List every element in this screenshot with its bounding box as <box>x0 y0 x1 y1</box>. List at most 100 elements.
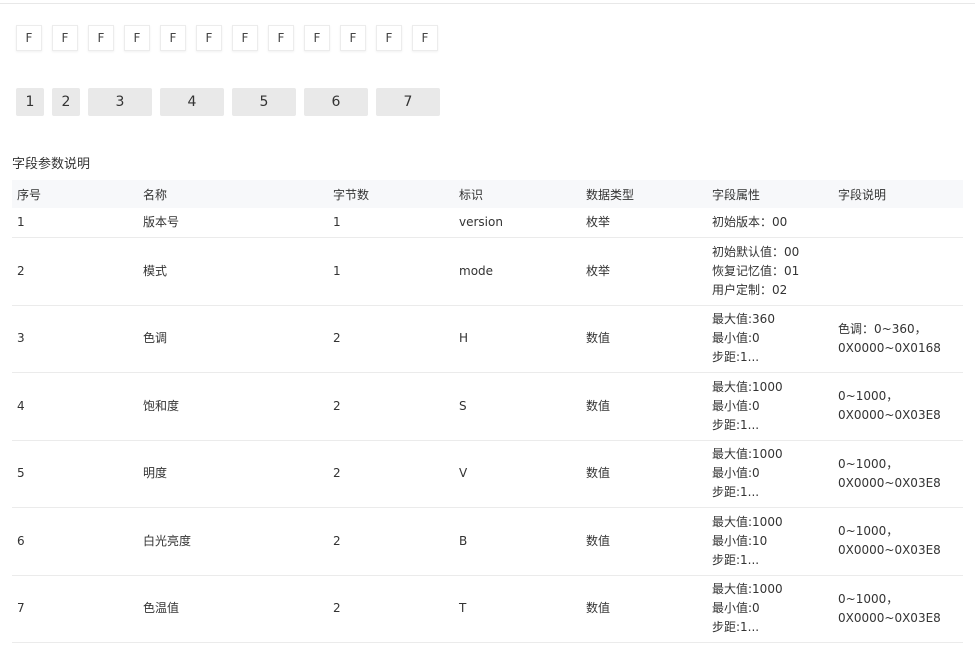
desc-line: 0X0000~0X0168 <box>838 340 941 355</box>
hex-box[interactable]: F <box>304 25 330 51</box>
cell-name: 色调 <box>138 305 328 373</box>
attr-line: 最小值:0 <box>712 466 760 480</box>
segment-7[interactable]: 7 <box>376 88 440 116</box>
hex-box[interactable]: F <box>376 25 402 51</box>
desc-line: 0~1000， <box>838 524 899 538</box>
cell-bytes: 2 <box>328 507 454 576</box>
cell-attrs: 最大值:1000 最小值:0 步距:1... <box>707 575 833 643</box>
desc-line: 色调：0~360， <box>838 321 927 336</box>
hex-box[interactable]: F <box>268 25 294 51</box>
hex-box[interactable]: F <box>196 25 222 51</box>
section-title: 字段参数说明 <box>12 157 91 172</box>
hex-value: F <box>277 31 285 45</box>
header-name: 名称 <box>138 180 328 208</box>
attr-line: 用户定制：02 <box>712 282 788 297</box>
header-id: 标识 <box>454 180 581 208</box>
top-divider <box>0 3 975 4</box>
cell-bytes: 2 <box>328 575 454 643</box>
attr-line: 最小值:0 <box>712 398 760 413</box>
table-row: 7 色温值 2 T 数值 最大值:1000 最小值:0 步距:1... 0~10… <box>12 575 963 643</box>
cell-type: 数值 <box>581 507 707 576</box>
desc-line: 0~1000， <box>838 591 899 606</box>
cell-bytes: 1 <box>328 208 454 238</box>
desc-line: 0~1000， <box>838 389 899 403</box>
segment-label: 6 <box>331 94 341 110</box>
cell-desc: 0~1000， 0X0000~0X03E8 <box>833 440 963 508</box>
hex-box[interactable]: F <box>16 25 42 51</box>
attr-line: 最小值:0 <box>712 331 760 345</box>
hex-box[interactable]: F <box>232 25 258 51</box>
hex-value: F <box>205 31 213 45</box>
header-type: 数据类型 <box>581 180 707 208</box>
cell-desc: 0~1000， 0X0000~0X03E8 <box>833 507 963 576</box>
desc-line: 0X0000~0X03E8 <box>838 610 941 625</box>
hex-box[interactable]: F <box>340 25 366 51</box>
table-header-row: 序号 名称 字节数 标识 数据类型 字段属性 字段说明 <box>12 180 963 208</box>
cell-name: 明度 <box>138 440 328 508</box>
table-row: 2 模式 1 mode 枚举 初始默认值：00 恢复记忆值：01 用户定制：02 <box>12 237 963 306</box>
cell-desc <box>833 208 963 238</box>
hex-box[interactable]: F <box>52 25 78 51</box>
table-row: 6 白光亮度 2 B 数值 最大值:1000 最小值:10 步距:1... 0~… <box>12 507 963 576</box>
cell-id: version <box>454 208 581 238</box>
hex-value: F <box>385 31 393 45</box>
hex-value: F <box>241 31 249 45</box>
cell-id: S <box>454 372 581 441</box>
cell-no: 1 <box>12 208 138 238</box>
hex-value: F <box>313 31 321 45</box>
segment-label: 5 <box>259 94 269 110</box>
cell-desc <box>833 237 963 306</box>
attr-line: 最大值:1000 <box>712 379 783 394</box>
segment-5[interactable]: 5 <box>232 88 296 116</box>
attr-line: 最大值:1000 <box>712 447 783 461</box>
cell-bytes: 2 <box>328 372 454 441</box>
attr-line: 步距:1... <box>712 417 760 432</box>
field-params-table: 序号 名称 字节数 标识 数据类型 字段属性 字段说明 1 版本号 1 vers… <box>12 180 963 643</box>
attr-line: 最小值:0 <box>712 601 760 615</box>
attr-line: 初始默认值：00 <box>712 244 800 259</box>
segment-3[interactable]: 3 <box>88 88 152 116</box>
table-row: 1 版本号 1 version 枚举 初始版本：00 <box>12 208 963 238</box>
desc-line: 0X0000~0X03E8 <box>838 475 941 490</box>
cell-attrs: 最大值:1000 最小值:0 步距:1... <box>707 372 833 441</box>
segment-2[interactable]: 2 <box>52 88 80 116</box>
header-desc: 字段说明 <box>833 180 963 208</box>
cell-type: 数值 <box>581 305 707 373</box>
cell-attrs: 最大值:360 最小值:0 步距:1... <box>707 305 833 373</box>
cell-attrs: 初始版本：00 <box>707 208 833 238</box>
hex-box[interactable]: F <box>88 25 114 51</box>
cell-no: 7 <box>12 575 138 643</box>
hex-box[interactable]: F <box>412 25 438 51</box>
attr-line: 步距:1... <box>712 552 760 567</box>
segment-6[interactable]: 6 <box>304 88 368 116</box>
desc-line: 0~1000， <box>838 456 899 471</box>
hex-value: F <box>61 31 69 45</box>
attr-line: 恢复记忆值：01 <box>712 263 800 278</box>
hex-box[interactable]: F <box>160 25 186 51</box>
cell-bytes: 1 <box>328 237 454 306</box>
attr-line: 最小值:10 <box>712 533 768 548</box>
cell-name: 饱和度 <box>138 372 328 441</box>
segment-1[interactable]: 1 <box>16 88 44 116</box>
hex-box[interactable]: F <box>124 25 150 51</box>
attr-line: 步距:1... <box>712 485 760 499</box>
desc-line: 0X0000~0X03E8 <box>838 543 941 557</box>
attr-line: 最大值:1000 <box>712 514 783 529</box>
cell-type: 枚举 <box>581 237 707 306</box>
cell-attrs: 最大值:1000 最小值:0 步距:1... <box>707 440 833 508</box>
cell-attrs: 初始默认值：00 恢复记忆值：01 用户定制：02 <box>707 237 833 306</box>
hex-value: F <box>169 31 177 45</box>
cell-desc: 0~1000， 0X0000~0X03E8 <box>833 372 963 441</box>
cell-type: 数值 <box>581 372 707 441</box>
header-attrs: 字段属性 <box>707 180 833 208</box>
segment-label: 3 <box>115 94 125 110</box>
hex-value: F <box>97 31 105 45</box>
segment-4[interactable]: 4 <box>160 88 224 116</box>
cell-bytes: 2 <box>328 440 454 508</box>
table-row: 4 饱和度 2 S 数值 最大值:1000 最小值:0 步距:1... 0~10… <box>12 372 963 441</box>
cell-attrs: 最大值:1000 最小值:10 步距:1... <box>707 507 833 576</box>
cell-no: 5 <box>12 440 138 508</box>
cell-type: 数值 <box>581 440 707 508</box>
cell-id: mode <box>454 237 581 306</box>
attr-line: 步距:1... <box>712 350 760 364</box>
